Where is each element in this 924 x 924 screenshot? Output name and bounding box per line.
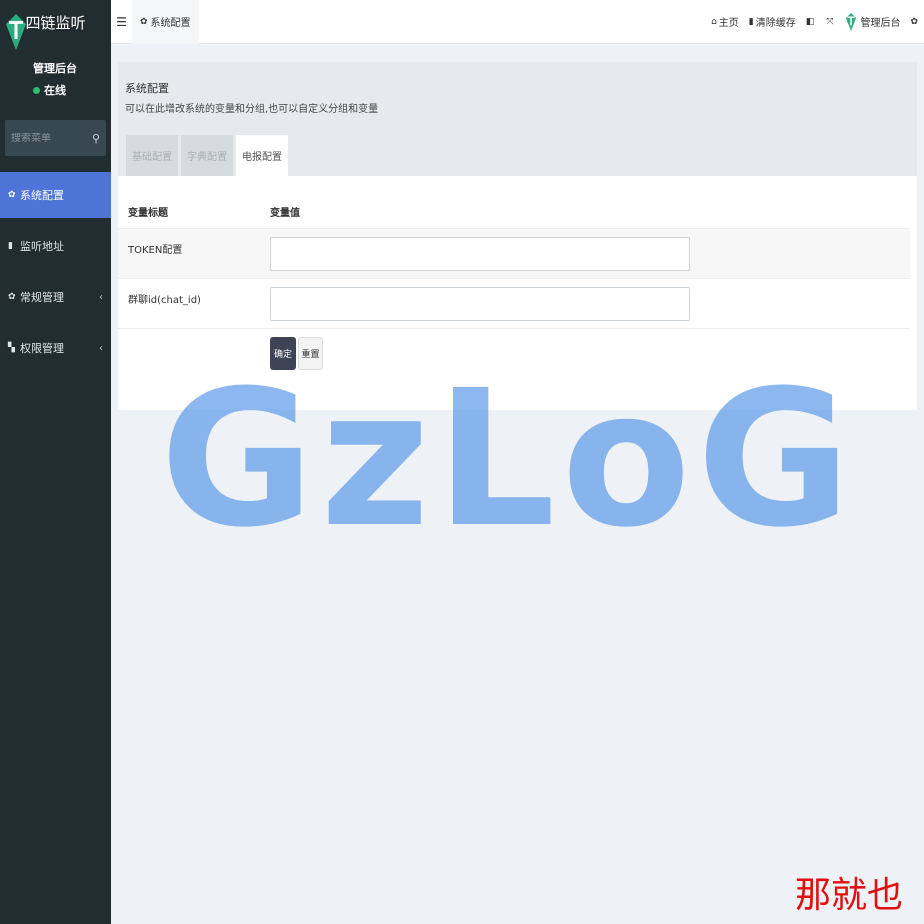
user-menu-label: 管理后台 xyxy=(860,18,901,29)
topbar: ☰ ✿ 系统配置 ⌂ 主页 ▮ 清除缓存 ◧ ⤧ 管理后台 ✿ xyxy=(111,0,924,44)
home-label: 主页 xyxy=(718,18,739,29)
sidebar-item-system-config[interactable]: ✿ 系统配置 xyxy=(0,172,111,218)
user-avatar-icon xyxy=(846,12,857,31)
cogs-icon: ✿ xyxy=(8,292,16,302)
chevron-left-icon: ‹ xyxy=(99,291,103,303)
home-icon: ⌂ xyxy=(711,16,717,27)
language-button[interactable]: ◧ xyxy=(806,17,817,27)
trash-icon: ▮ xyxy=(748,16,754,27)
table-row: TOKEN配置 xyxy=(118,228,910,278)
sidebar-item-permission-management[interactable]: ▚ 权限管理 ‹ xyxy=(0,325,111,371)
chat-id-label: 群聊id(chat_id) xyxy=(128,295,201,306)
tab-label: 系统配置 xyxy=(150,18,191,29)
home-link[interactable]: ⌂ 主页 xyxy=(711,14,739,30)
status-dot xyxy=(33,86,40,94)
watermark-logo: GzLoG xyxy=(160,350,857,569)
watermark-text: 那就也 xyxy=(795,875,904,916)
settings-button[interactable]: ✿ xyxy=(910,17,920,27)
page-description: 可以在此增改系统的变量和分组,也可以自定义分组和变量 xyxy=(125,104,379,115)
user-status: 在线 xyxy=(33,82,66,98)
lock-icon: ▮ xyxy=(8,241,13,251)
fullscreen-icon: ⤧ xyxy=(826,16,834,27)
table-header: 变量标题 变量值 xyxy=(118,198,910,228)
page-title: 系统配置 xyxy=(125,82,169,95)
sidebar: 四链监听 管理后台 在线 ⚲ ✿ 系统配置 ▮ 监听地址 ✿ 常规管理 ‹ ▚ … xyxy=(0,0,111,924)
fullscreen-button[interactable]: ⤧ xyxy=(826,17,835,27)
tab-telegram-config[interactable]: 电报配置 xyxy=(236,135,288,176)
sidebar-item-listen-address[interactable]: ▮ 监听地址 xyxy=(0,223,111,269)
clear-cache-button[interactable]: ▮ 清除缓存 xyxy=(748,14,796,30)
column-variable-title: 变量标题 xyxy=(128,208,168,219)
sidebar-search-input[interactable] xyxy=(11,132,89,144)
content-header: 系统配置 可以在此增改系统的变量和分组,也可以自定义分组和变量 基础配置 字典配… xyxy=(118,62,917,176)
sidebar-item-label: 权限管理 xyxy=(20,342,64,355)
cogs-icon: ✿ xyxy=(910,16,918,27)
group-icon: ▚ xyxy=(8,343,15,353)
sidebar-item-label: 系统配置 xyxy=(20,189,64,202)
topbar-actions: ⌂ 主页 ▮ 清除缓存 ◧ ⤧ 管理后台 ✿ xyxy=(711,0,924,44)
language-icon: ◧ xyxy=(805,16,815,27)
gear-icon: ✿ xyxy=(8,190,16,200)
table-row: 群聊id(chat_id) xyxy=(118,278,910,328)
config-tabs: 基础配置 字典配置 电报配置 xyxy=(126,135,291,176)
menu-toggle-icon[interactable]: ☰ xyxy=(111,15,132,29)
sidebar-search: ⚲ xyxy=(5,120,106,156)
clear-cache-label: 清除缓存 xyxy=(755,18,796,29)
user-status-label: 在线 xyxy=(44,84,66,97)
sidebar-menu: ✿ 系统配置 ▮ 监听地址 ✿ 常规管理 ‹ ▚ 权限管理 ‹ xyxy=(0,172,111,376)
token-label: TOKEN配置 xyxy=(128,245,183,256)
column-variable-value: 变量值 xyxy=(270,208,300,219)
user-avatar-icon xyxy=(6,14,26,50)
tab-dictionary-config[interactable]: 字典配置 xyxy=(181,135,233,176)
search-icon[interactable]: ⚲ xyxy=(92,132,100,145)
gear-icon: ✿ xyxy=(140,16,148,27)
chevron-left-icon: ‹ xyxy=(99,342,103,354)
token-input[interactable] xyxy=(270,237,690,271)
user-menu[interactable]: 管理后台 xyxy=(845,12,900,32)
user-name: 管理后台 xyxy=(33,62,77,75)
chat-id-input[interactable] xyxy=(270,287,690,321)
tab-basic-config[interactable]: 基础配置 xyxy=(126,135,178,176)
sidebar-item-general-management[interactable]: ✿ 常规管理 ‹ xyxy=(0,274,111,320)
tab-system-config[interactable]: ✿ 系统配置 xyxy=(132,0,199,44)
sidebar-item-label: 监听地址 xyxy=(20,240,64,253)
sidebar-item-label: 常规管理 xyxy=(20,291,64,304)
